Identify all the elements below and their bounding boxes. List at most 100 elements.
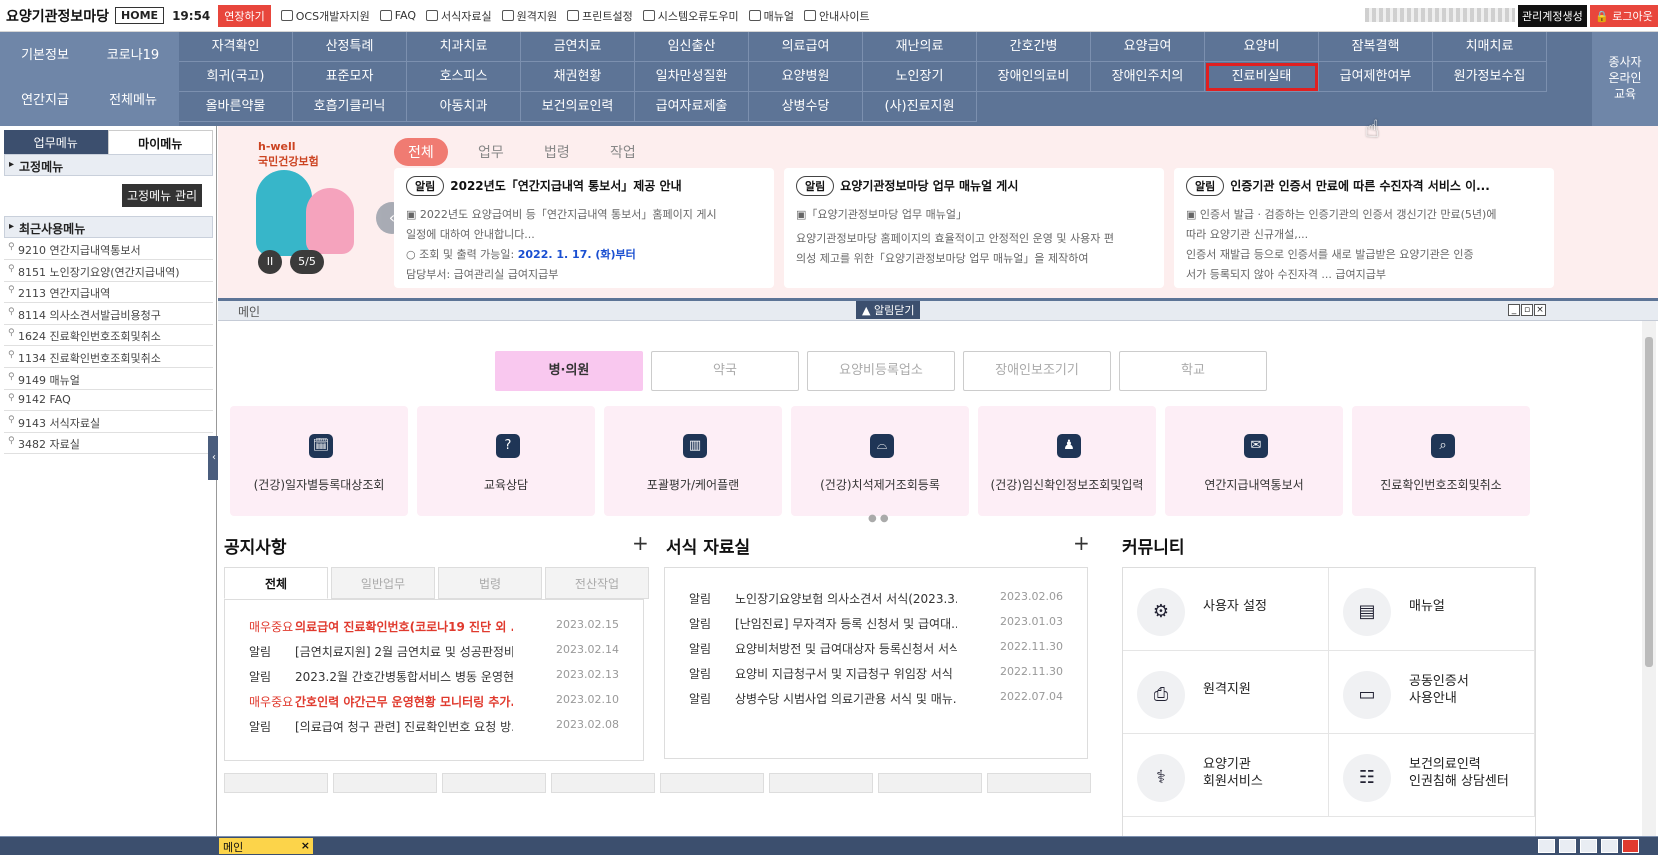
layout-split-icon[interactable] xyxy=(1559,839,1576,853)
fixed-menu-manage-button[interactable]: 고정메뉴 관리 xyxy=(122,184,203,207)
nav-item-row1-4[interactable]: 임신출산 xyxy=(635,32,749,62)
nav-item-row1-9[interactable]: 요양비 xyxy=(1205,32,1319,62)
service-tile[interactable]: ♟ (건강)임신확인정보조회및입력 xyxy=(978,406,1156,516)
category-tab[interactable]: 장애인보조기기 xyxy=(963,351,1111,391)
recent-menu-item[interactable]: 1134 진료확인번호조회및취소 xyxy=(4,346,213,368)
community-item[interactable]: ⚕ 요양기관 회원서비스 xyxy=(1123,734,1329,817)
tab-my-menu[interactable]: 마이메뉴 xyxy=(107,130,213,156)
nav-item-row3-6[interactable]: (사)진료지원 xyxy=(863,92,977,122)
community-item[interactable]: ▤ 매뉴얼 xyxy=(1329,568,1535,651)
nav-item-row3-5[interactable]: 상병수당 xyxy=(749,92,863,122)
fixed-menu-header[interactable]: 고정메뉴 xyxy=(4,154,213,176)
nav-item-row2-8[interactable]: 장애인주치의 xyxy=(1091,62,1205,92)
notice-row[interactable]: 매우중요 간호인력 야간근무 운영현황 모니터링 추가... 2023.02.10 xyxy=(225,693,643,718)
recent-menu-item[interactable]: 1624 진료확인번호조회및취소 xyxy=(4,324,213,347)
tab-work-menu[interactable]: 업무메뉴 xyxy=(4,130,108,156)
nav-item-row2-2[interactable]: 호스피스 xyxy=(407,62,521,92)
bottom-quick-button[interactable] xyxy=(987,773,1091,793)
restore-icon[interactable]: ▫ xyxy=(1521,304,1533,316)
bottom-quick-button[interactable] xyxy=(769,773,873,793)
form-row[interactable]: 알림 노인장기요양보험 의사소견서 서식(2023.3.1.... 2023.02.… xyxy=(665,590,1087,615)
nav-item-row1-11[interactable]: 치매치료 xyxy=(1433,32,1547,62)
nav-basic-info[interactable]: 기본정보 xyxy=(0,44,90,63)
community-item[interactable]: ⚙ 사용자 설정 xyxy=(1123,568,1329,651)
nav-item-row1-2[interactable]: 치과치료 xyxy=(407,32,521,62)
nav-item-row1-1[interactable]: 산정특례 xyxy=(293,32,407,62)
carousel-dots[interactable]: ● ● xyxy=(868,513,889,524)
notice-tab-all[interactable]: 전체 xyxy=(394,138,448,166)
nav-item-row1-6[interactable]: 재난의료 xyxy=(863,32,977,62)
site-title[interactable]: 요양기관정보마당 xyxy=(6,6,109,26)
community-item[interactable]: ▭ 공동인증서 사용안내 xyxy=(1329,651,1535,734)
link-forms[interactable]: 서식자료실 xyxy=(426,8,492,24)
notice-tab[interactable]: 전체 xyxy=(224,567,328,599)
form-row[interactable]: 알림 요양비 지급청구서 및 지급청구 위임장 서식 2022.11.30 xyxy=(665,665,1087,690)
notice-row[interactable]: 알림 [금연치료지원] 2월 금연치료 및 성공판정비... 2023.02.14 xyxy=(225,643,643,668)
nav-all-menu[interactable]: 전체메뉴 xyxy=(88,89,178,108)
nav-item-row1-3[interactable]: 금연치료 xyxy=(521,32,635,62)
nav-item-row1-8[interactable]: 요양급여 xyxy=(1091,32,1205,62)
nav-item-row1-0[interactable]: 자격확인 xyxy=(179,32,293,62)
recent-menu-item[interactable]: 9149 매뉴얼 xyxy=(4,368,213,390)
link-faq[interactable]: FAQ xyxy=(379,9,416,22)
recent-menu-item[interactable]: 2113 연간지급내역 xyxy=(4,281,213,304)
nav-item-row1-10[interactable]: 잠복결핵 xyxy=(1319,32,1433,62)
category-tab[interactable]: 학교 xyxy=(1119,351,1267,391)
nav-item-row2-7[interactable]: 장애인의료비 xyxy=(977,62,1091,92)
notice-tab[interactable]: 법령 xyxy=(438,567,542,599)
nav-covid19[interactable]: 코로나19 xyxy=(88,44,178,63)
create-admin-button[interactable]: 관리계정생성 xyxy=(1518,5,1587,27)
link-ocs-dev[interactable]: OCS개발자지원 xyxy=(280,8,370,24)
link-print[interactable]: 프린트설정 xyxy=(567,8,633,24)
link-remote[interactable]: 원격지원 xyxy=(501,8,557,24)
nav-item-row3-1[interactable]: 호흡기클리닉 xyxy=(293,92,407,122)
bottom-quick-button[interactable] xyxy=(878,773,982,793)
home-button[interactable]: HOME xyxy=(115,7,165,24)
nav-item-row2-6[interactable]: 노인장기 xyxy=(863,62,977,92)
form-row[interactable]: 알림 요양비처방전 및 급여대상자 등록신청서 서식 2022.11.30 xyxy=(665,640,1087,665)
recent-menu-header[interactable]: 최근사용메뉴 xyxy=(4,216,213,238)
minimize-icon[interactable]: _ xyxy=(1508,304,1520,316)
bottom-quick-button[interactable] xyxy=(551,773,655,793)
layout-single-icon[interactable] xyxy=(1538,839,1555,853)
link-error-help[interactable]: 시스템오류도우미 xyxy=(642,8,739,24)
service-tile[interactable]: ⌓ (건강)치석제거조회등록 xyxy=(791,406,969,516)
notice-card[interactable]: 알림 요양기관정보마당 업무 매뉴얼 게시 ▣「요양기관정보마당 업무 매뉴얼」 요양… xyxy=(784,168,1164,288)
nav-item-row2-11[interactable]: 원가정보수집 xyxy=(1433,62,1547,92)
service-tile[interactable]: ? 교육상담 xyxy=(417,406,595,516)
bottom-quick-button[interactable] xyxy=(333,773,437,793)
notice-row[interactable]: 매우중요 의료급여 진료확인번호(코로나19 진단 외 ... 2023.02.15 xyxy=(225,618,643,643)
notice-tab[interactable]: 일반업무 xyxy=(331,567,435,599)
bottom-quick-button[interactable] xyxy=(660,773,764,793)
nav-item-row2-5[interactable]: 요양병원 xyxy=(749,62,863,92)
service-tile[interactable]: ✉ 연간지급내역통보서 xyxy=(1165,406,1343,516)
recent-menu-item[interactable]: 8151 노인장기요양(연간지급내역) xyxy=(4,260,213,282)
nav-item-row1-7[interactable]: 간호간병 xyxy=(977,32,1091,62)
category-tab[interactable]: 병·의원 xyxy=(495,351,643,391)
scroll-thumb[interactable] xyxy=(1645,337,1653,667)
bottom-quick-button[interactable] xyxy=(224,773,328,793)
bottom-quick-button[interactable] xyxy=(442,773,546,793)
notice-tab[interactable]: 전산작업 xyxy=(545,567,649,599)
category-tab[interactable]: 약국 xyxy=(651,351,799,391)
notice-card[interactable]: 알림 인증기관 인증서 만료에 따른 수진자격 서비스 이... ▣ 인증서 발급 … xyxy=(1174,168,1554,288)
notice-tab-law[interactable]: 법령 xyxy=(530,138,584,166)
nav-item-row2-10[interactable]: 급여제한여부 xyxy=(1319,62,1433,92)
community-item[interactable]: ☷ 보건의료인력 인권침해 상담센터 xyxy=(1329,734,1535,817)
notice-card-title[interactable]: 알림 인증기관 인증서 만료에 따른 수진자격 서비스 이... xyxy=(1186,176,1542,196)
notice-tab-work[interactable]: 업무 xyxy=(464,138,518,166)
link-manual[interactable]: 매뉴얼 xyxy=(748,8,794,24)
logout-button[interactable]: 🔒 로그아웃 xyxy=(1590,5,1658,27)
nav-item-row1-5[interactable]: 의료급여 xyxy=(749,32,863,62)
layout-vertical-icon[interactable] xyxy=(1580,839,1597,853)
nav-item-row2-9[interactable]: 진료비실태 xyxy=(1205,62,1319,92)
extend-session-button[interactable]: 연장하기 xyxy=(218,4,271,27)
nav-item-row3-0[interactable]: 올바른약물 xyxy=(179,92,293,122)
notice-row[interactable]: 알림 [의료급여 청구 관련] 진료확인번호 요청 방... 2023.02.08 xyxy=(225,718,643,743)
nav-item-row2-1[interactable]: 표준모자 xyxy=(293,62,407,92)
close-tab-icon[interactable]: × xyxy=(301,839,310,852)
recent-menu-item[interactable]: 3482 자료실 xyxy=(4,432,213,455)
scrollbar[interactable] xyxy=(1642,321,1656,841)
recent-menu-item[interactable]: 9143 서식자료실 xyxy=(4,411,213,433)
recent-menu-item[interactable]: 9142 FAQ xyxy=(4,389,213,412)
